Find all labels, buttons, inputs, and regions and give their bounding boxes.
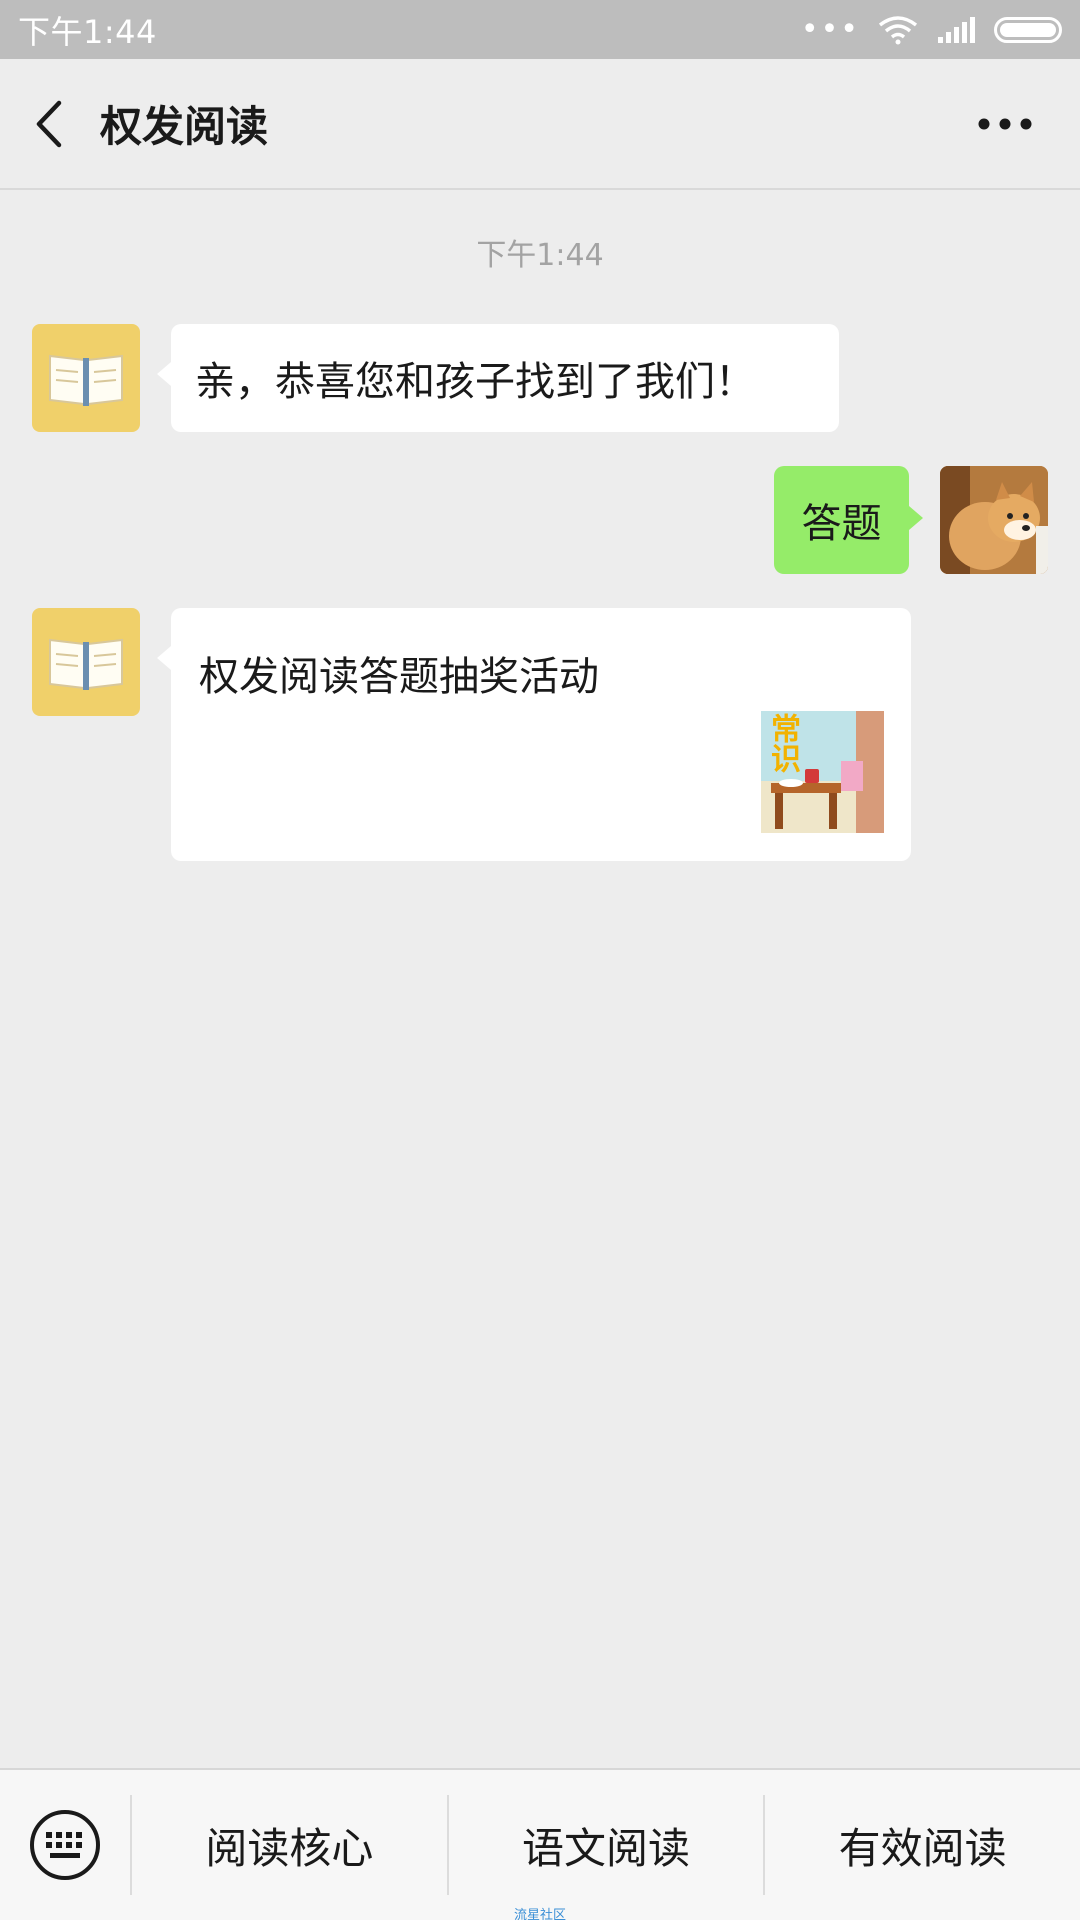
keyboard-icon: [30, 1810, 100, 1880]
my-message-bubble[interactable]: 答题: [774, 466, 923, 574]
chat-title: 权发阅读: [100, 102, 269, 151]
official-avatar[interactable]: [32, 324, 140, 432]
wifi-icon: [878, 15, 918, 44]
link-card-title: 权发阅读答题抽奖活动: [199, 654, 599, 700]
status-icons: •••: [800, 11, 1062, 47]
status-bar: 下午1:44 •••: [0, 0, 1080, 59]
signal-icon: [938, 16, 975, 43]
bottom-menu-bar: 阅读核心 语文阅读 有效阅读: [0, 1768, 1080, 1920]
chevron-left-icon: [36, 100, 62, 147]
nav-bar: 权发阅读: [0, 59, 1080, 190]
official-avatar[interactable]: [32, 608, 140, 716]
chat-screen: 下午1:44 ••• 权发阅读 下午1:44 亲，恭喜您和孩子找到了我们！ 答题…: [0, 0, 1080, 1920]
user-avatar[interactable]: [940, 466, 1048, 574]
keyboard-toggle-button[interactable]: [0, 1769, 130, 1920]
link-card-thumbnail: 常识: [761, 711, 884, 833]
dog-photo-icon: [940, 466, 1048, 574]
menu-item-reading-core[interactable]: 阅读核心: [130, 1795, 447, 1895]
message-text: 答题: [801, 501, 882, 547]
more-button[interactable]: [970, 99, 1040, 149]
battery-icon: [994, 16, 1062, 43]
book-icon: [49, 638, 123, 690]
message-text: 亲，恭喜您和孩子找到了我们！: [195, 359, 755, 405]
message-bubble[interactable]: 亲，恭喜您和孩子找到了我们！: [157, 324, 839, 432]
thumbnail-text: 常识: [765, 713, 800, 773]
more-dots-icon: •••: [800, 11, 860, 47]
watermark: 流星社区: [513, 1908, 566, 1920]
status-time: 下午1:44: [18, 12, 157, 51]
more-icon: [978, 118, 1032, 130]
menu-item-chinese-reading[interactable]: 语文阅读: [446, 1795, 764, 1895]
book-icon: [49, 354, 123, 406]
back-button[interactable]: [0, 58, 100, 189]
link-card[interactable]: 权发阅读答题抽奖活动 常识: [157, 608, 911, 861]
message-timestamp: 下午1:44: [476, 238, 604, 273]
menu-item-effective-reading[interactable]: 有效阅读: [763, 1795, 1080, 1895]
